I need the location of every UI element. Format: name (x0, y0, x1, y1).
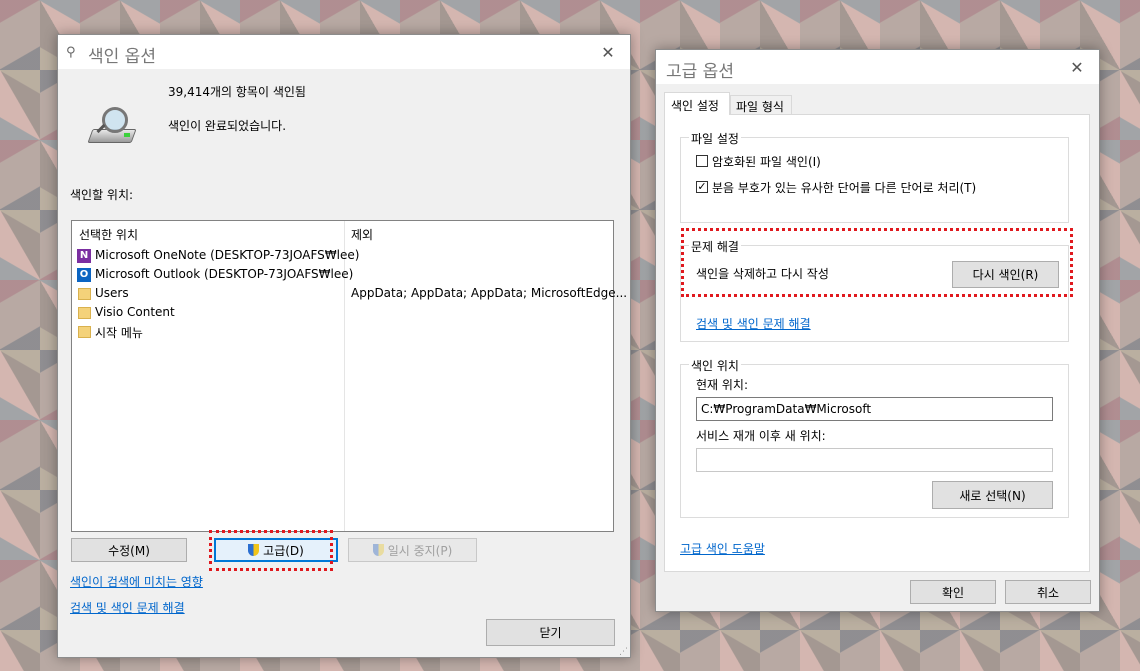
column-header-exclude[interactable]: 제외 (351, 226, 373, 243)
tab-file-types[interactable]: 파일 형식 (730, 95, 792, 115)
folder-icon (78, 288, 91, 300)
close-icon[interactable]: ✕ (598, 43, 618, 62)
list-item[interactable]: N Microsoft OneNote (DESKTOP-73JOAFS₩lee… (77, 247, 607, 266)
outlook-icon: O (77, 268, 91, 282)
close-icon[interactable]: ✕ (1067, 58, 1087, 77)
indexing-affects-search-link[interactable]: 색인이 검색에 미치는 영향 (70, 573, 203, 590)
title-bar: ⚲ 색인 옵션 ✕ (58, 35, 630, 69)
diacritics-checkbox[interactable]: ✓ (696, 181, 708, 193)
advanced-indexing-help-link[interactable]: 고급 색인 도움말 (680, 540, 765, 557)
highlight-troubleshoot (681, 228, 1073, 297)
title-bar: 고급 옵션 ✕ (656, 50, 1099, 84)
list-item[interactable]: 시작 메뉴 (77, 323, 607, 342)
index-location-legend: 색인 위치 (689, 357, 741, 374)
encrypt-checkbox[interactable] (696, 155, 708, 167)
window-title: 고급 옵션 (666, 62, 734, 82)
onenote-icon: N (77, 249, 91, 263)
list-item[interactable]: O Microsoft Outlook (DESKTOP-73JOAFS₩lee… (77, 266, 607, 285)
shield-icon (372, 544, 384, 556)
folder-icon (78, 326, 91, 338)
location-name: Microsoft OneNote (DESKTOP-73JOAFS₩lee) (95, 248, 360, 262)
location-name: Users (95, 286, 129, 300)
indexing-options-window: ⚲ 색인 옵션 ✕ 39,414개의 항목이 색인됨 색인이 완료되었습니다. … (57, 34, 631, 658)
window-title: 색인 옵션 (88, 47, 156, 67)
index-status: 색인이 완료되었습니다. (168, 119, 287, 133)
location-name: Visio Content (95, 305, 175, 319)
pause-button-label: 일시 중지(P) (387, 543, 453, 558)
diacritics-label: 분음 부호가 있는 유사한 단어를 다른 단어로 처리(T) (712, 181, 977, 195)
file-settings-legend: 파일 설정 (689, 130, 741, 147)
select-new-button[interactable]: 새로 선택(N) (932, 481, 1053, 509)
ok-button[interactable]: 확인 (910, 580, 996, 604)
close-button[interactable]: 닫기 (486, 619, 615, 646)
new-location-label: 서비스 재개 이후 새 위치: (696, 429, 826, 443)
list-item[interactable]: Users AppData; AppData; AppData; Microso… (77, 285, 627, 304)
troubleshoot-link[interactable]: 검색 및 색인 문제 해결 (696, 315, 811, 332)
index-location-group: 색인 위치 현재 위치: C:₩ProgramData₩Microsoft 서비… (680, 357, 1069, 518)
tab-file-types-label: 파일 형식 (736, 100, 784, 114)
locations-label: 색인할 위치: (70, 188, 134, 202)
tab-index-settings-label: 색인 설정 (671, 99, 719, 113)
pause-button: 일시 중지(P) (348, 538, 477, 562)
locations-list[interactable]: 선택한 위치 제외 N Microsoft OneNote (DESKTOP-7… (71, 220, 627, 532)
current-location-field: C:₩ProgramData₩Microsoft (696, 397, 1053, 421)
current-location-label: 현재 위치: (696, 378, 749, 392)
advanced-options-window: 고급 옵션 ✕ 색인 설정 파일 형식 파일 설정 암호화된 파일 색인(I) … (655, 49, 1100, 612)
modify-button[interactable]: 수정(M) (71, 538, 187, 562)
new-location-field (696, 448, 1053, 472)
folder-icon (78, 307, 91, 319)
magnifier-drive-icon (87, 107, 138, 147)
indexing-icon: ⚲ (66, 45, 76, 60)
file-settings-group: 파일 설정 암호화된 파일 색인(I) ✓ 분음 부호가 있는 유사한 단어를 … (680, 130, 1069, 223)
indexed-count: 39,414개의 항목이 색인됨 (168, 85, 306, 99)
resize-grip[interactable]: ⋰ (619, 647, 628, 657)
location-name: Microsoft Outlook (DESKTOP-73JOAFS₩lee) (95, 267, 354, 281)
location-name: 시작 메뉴 (95, 326, 143, 340)
tab-index-settings[interactable]: 색인 설정 (664, 92, 730, 115)
encrypt-label: 암호화된 파일 색인(I) (712, 155, 821, 169)
troubleshoot-link[interactable]: 검색 및 색인 문제 해결 (70, 599, 185, 616)
column-header-selected[interactable]: 선택한 위치 (79, 226, 138, 243)
location-exclude: AppData; AppData; AppData; MicrosoftEdge… (351, 286, 628, 300)
cancel-button[interactable]: 취소 (1005, 580, 1091, 604)
highlight-advanced (209, 530, 333, 571)
list-item[interactable]: Visio Content (77, 304, 607, 323)
tab-panel: 파일 설정 암호화된 파일 색인(I) ✓ 분음 부호가 있는 유사한 단어를 … (664, 114, 1090, 572)
